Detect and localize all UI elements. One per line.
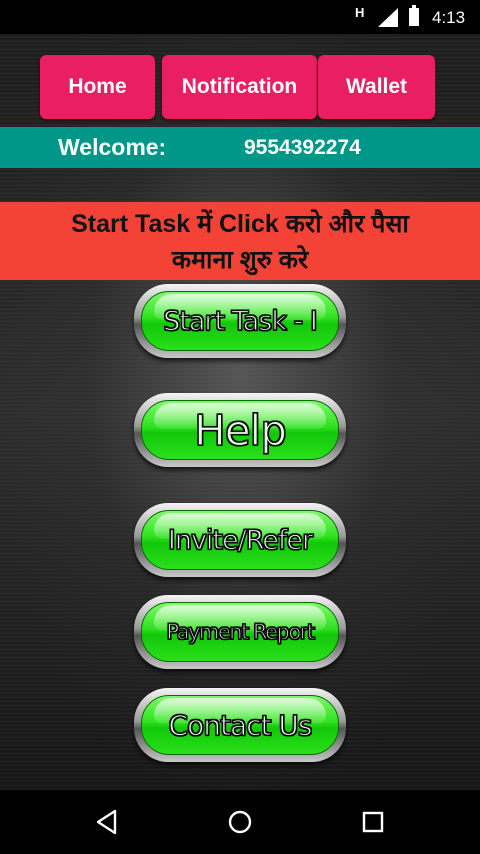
top-navigation: Home Notification Wallet bbox=[0, 34, 480, 126]
back-icon bbox=[96, 809, 117, 835]
contact-us-button[interactable]: Contact Us bbox=[134, 688, 346, 762]
instruction-banner: Start Task में Click करो और पैसा कमाना श… bbox=[0, 202, 480, 280]
notification-button[interactable]: Notification bbox=[162, 55, 317, 119]
invite-refer-button[interactable]: Invite/Refer bbox=[134, 503, 346, 577]
start-task-button[interactable]: Start Task - I bbox=[134, 284, 346, 358]
recents-icon bbox=[362, 811, 384, 833]
home-system-button[interactable] bbox=[220, 804, 260, 840]
payment-report-button[interactable]: Payment Report bbox=[134, 595, 346, 669]
welcome-label: Welcome: bbox=[58, 134, 167, 160]
help-label: Help bbox=[194, 405, 288, 455]
status-time: 4:13 bbox=[432, 8, 466, 27]
back-button[interactable] bbox=[87, 804, 127, 840]
help-button[interactable]: Help bbox=[134, 393, 346, 467]
main-content: Home Notification Wallet Welcome: 955439… bbox=[0, 34, 480, 790]
contact-us-label: Contact Us bbox=[168, 708, 313, 742]
system-navigation-bar bbox=[0, 790, 480, 854]
recents-button[interactable] bbox=[353, 804, 393, 840]
payment-report-label: Payment Report bbox=[166, 619, 316, 644]
status-bar: H 4:13 bbox=[0, 0, 480, 34]
welcome-bar: Welcome: 9554392274 bbox=[0, 127, 480, 168]
banner-line-2: कमाना शुरु करे bbox=[171, 246, 309, 274]
start-task-label: Start Task - I bbox=[163, 305, 319, 337]
signal-icon bbox=[378, 8, 398, 27]
banner-line-1: Start Task में Click करो और पैसा bbox=[71, 210, 409, 238]
home-circle-icon bbox=[228, 810, 252, 834]
wallet-button[interactable]: Wallet bbox=[318, 55, 435, 119]
user-phone-number: 9554392274 bbox=[244, 136, 361, 159]
home-button[interactable]: Home bbox=[40, 55, 155, 119]
network-type-indicator: H bbox=[355, 5, 365, 20]
invite-refer-label: Invite/Refer bbox=[167, 524, 313, 556]
battery-icon bbox=[409, 5, 419, 26]
